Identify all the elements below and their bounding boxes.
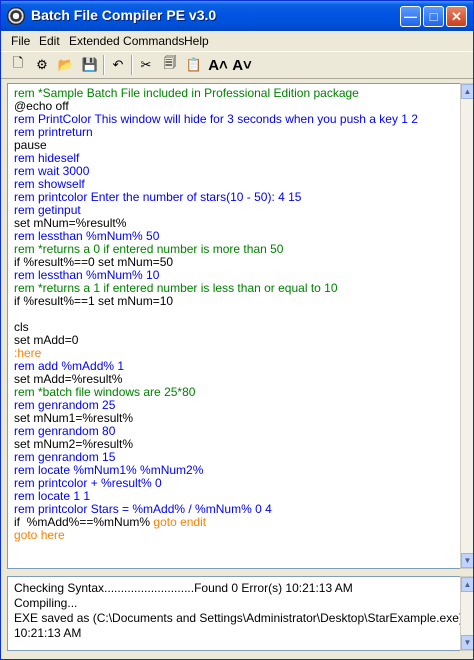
compile-icon: ⚙ bbox=[36, 57, 48, 72]
code-editor[interactable]: rem *Sample Batch File included in Profe… bbox=[7, 83, 461, 569]
code-line: if %result%==1 set mNum=10 bbox=[14, 294, 174, 308]
menu-edit[interactable]: Edit bbox=[39, 34, 60, 48]
code-token: if %mAdd%==%mNum% bbox=[14, 515, 154, 529]
save-icon: 💾 bbox=[81, 57, 99, 72]
font-increase-icon: A˄ bbox=[208, 56, 228, 74]
paste-button[interactable]: 📋 bbox=[183, 54, 205, 76]
cut-button[interactable]: ✂ bbox=[135, 54, 157, 76]
font-decrease-icon: A˅ bbox=[232, 56, 252, 74]
toolbar-separator bbox=[131, 55, 133, 75]
copy-button[interactable]: 🗐 bbox=[159, 54, 181, 76]
compile-button[interactable]: ⚙ bbox=[31, 54, 53, 76]
toolbar: 🗋 ⚙ 📂 💾 ↶ ✂ 🗐 📋 A˄ A˅ bbox=[1, 51, 473, 79]
code-lines: rem *Sample Batch File included in Profe… bbox=[14, 87, 418, 542]
code-line: if %mAdd%==%mNum% goto endit bbox=[14, 516, 418, 529]
output-lines: Checking Syntax.........................… bbox=[14, 581, 461, 641]
app-window: Batch File Compiler PE v3.0 — □ ✕ File E… bbox=[0, 0, 474, 660]
save-button[interactable]: 💾 bbox=[79, 54, 101, 76]
window-title: Batch File Compiler PE v3.0 bbox=[31, 7, 217, 23]
app-icon[interactable] bbox=[7, 7, 25, 25]
menu-help[interactable]: Help bbox=[184, 34, 209, 48]
output-line: Compiling... bbox=[14, 596, 78, 610]
code-line: rem *Sample Batch File included in Profe… bbox=[14, 86, 359, 100]
scroll-down-arrow-icon[interactable]: ▼ bbox=[461, 635, 473, 650]
close-button[interactable]: ✕ bbox=[446, 6, 467, 27]
menu-bar: File Edit Extended Commands Help bbox=[1, 31, 473, 51]
copy-icon: 🗐 bbox=[163, 55, 177, 70]
scroll-up-arrow-icon[interactable]: ▲ bbox=[461, 577, 473, 592]
maximize-button[interactable]: □ bbox=[423, 6, 444, 27]
open-icon: 📂 bbox=[57, 57, 75, 72]
new-button[interactable]: 🗋 bbox=[7, 54, 29, 76]
output-line: Checking Syntax.........................… bbox=[14, 581, 353, 595]
new-icon: 🗋 bbox=[12, 55, 24, 70]
code-line: rem printreturn bbox=[14, 125, 93, 139]
output-log[interactable]: Checking Syntax.........................… bbox=[7, 576, 461, 651]
font-increase-button[interactable]: A˄ bbox=[207, 54, 229, 76]
output-line: 10:21:13 AM bbox=[14, 626, 82, 640]
paste-icon: 📋 bbox=[185, 57, 203, 72]
title-bar[interactable]: Batch File Compiler PE v3.0 — □ ✕ bbox=[1, 1, 473, 31]
font-decrease-button[interactable]: A˅ bbox=[231, 54, 253, 76]
code-token: goto endit bbox=[153, 515, 207, 529]
scroll-up-arrow-icon[interactable]: ▲ bbox=[461, 84, 473, 99]
editor-scrollbar[interactable]: ▲ ▼ bbox=[460, 83, 473, 569]
menu-extended-commands[interactable]: Extended Commands bbox=[69, 34, 184, 48]
undo-button[interactable]: ↶ bbox=[107, 54, 129, 76]
menu-file[interactable]: File bbox=[11, 34, 30, 48]
cut-icon: ✂ bbox=[140, 57, 152, 72]
output-scrollbar[interactable]: ▲ ▼ bbox=[460, 576, 473, 651]
minimize-button[interactable]: — bbox=[400, 6, 421, 27]
output-line: EXE saved as (C:\Documents and Settings\… bbox=[14, 611, 461, 625]
open-button[interactable]: 📂 bbox=[55, 54, 77, 76]
undo-icon: ↶ bbox=[112, 57, 124, 72]
scroll-down-arrow-icon[interactable]: ▼ bbox=[461, 553, 473, 568]
toolbar-separator bbox=[103, 55, 105, 75]
code-line: set mAdd=0 bbox=[14, 333, 79, 347]
code-line: goto here bbox=[14, 528, 65, 542]
